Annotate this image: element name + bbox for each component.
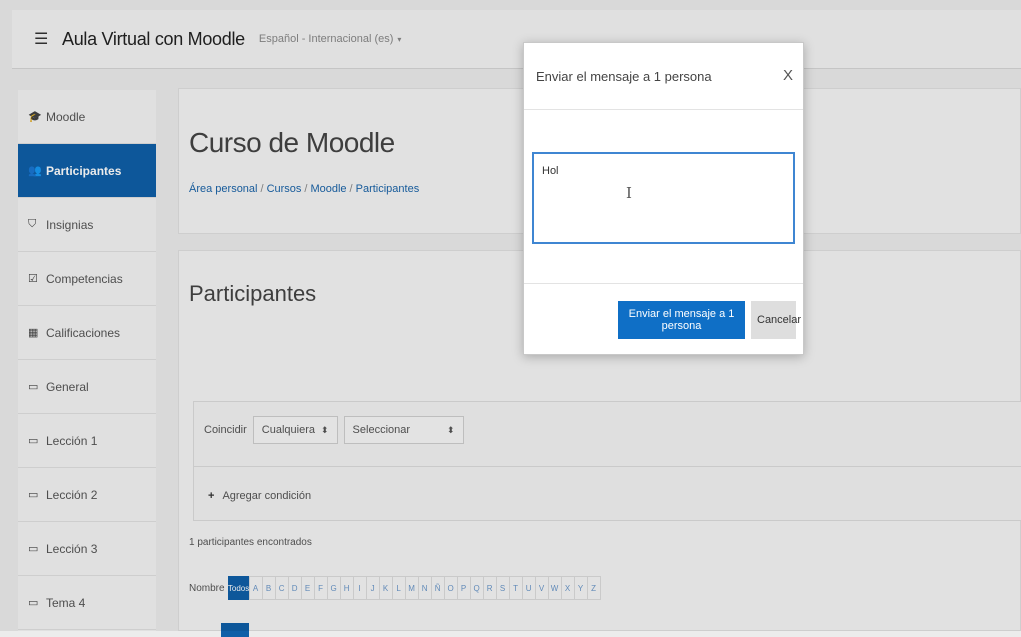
dialog-header: Enviar el mensaje a 1 persona X xyxy=(524,43,803,110)
message-text: Hol xyxy=(542,165,559,177)
cancel-button[interactable]: Cancelar xyxy=(751,301,801,339)
send-message-button[interactable]: Enviar el mensaje a 1 persona xyxy=(618,301,745,339)
dialog-footer: Enviar el mensaje a 1 persona Cancelar xyxy=(524,283,803,357)
text-cursor-icon: I xyxy=(626,184,632,202)
close-icon[interactable]: X xyxy=(783,67,793,84)
message-textarea[interactable]: Hol I xyxy=(532,152,795,244)
dialog-title: Enviar el mensaje a 1 persona xyxy=(536,69,712,84)
send-message-dialog: Enviar el mensaje a 1 persona X Hol I En… xyxy=(523,42,804,355)
modal-backdrop xyxy=(0,0,1021,631)
